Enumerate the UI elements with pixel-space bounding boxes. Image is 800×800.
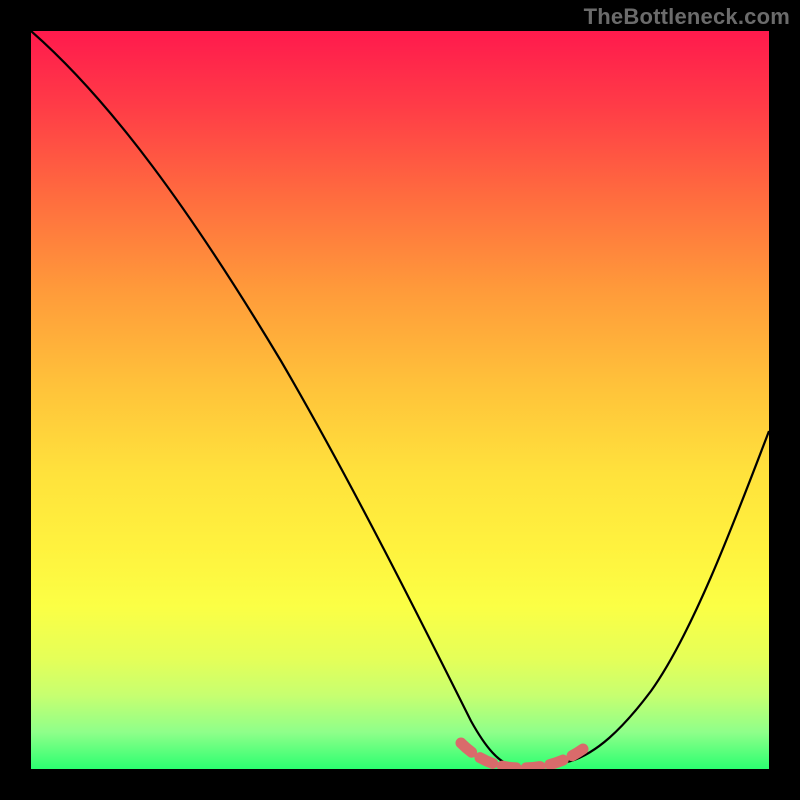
chart-plot-area xyxy=(31,31,769,769)
watermark-text: TheBottleneck.com xyxy=(584,4,790,30)
chart-svg xyxy=(31,31,769,769)
chart-frame: TheBottleneck.com xyxy=(0,0,800,800)
optimal-zone-marker xyxy=(461,743,583,768)
bottleneck-curve xyxy=(31,31,769,767)
